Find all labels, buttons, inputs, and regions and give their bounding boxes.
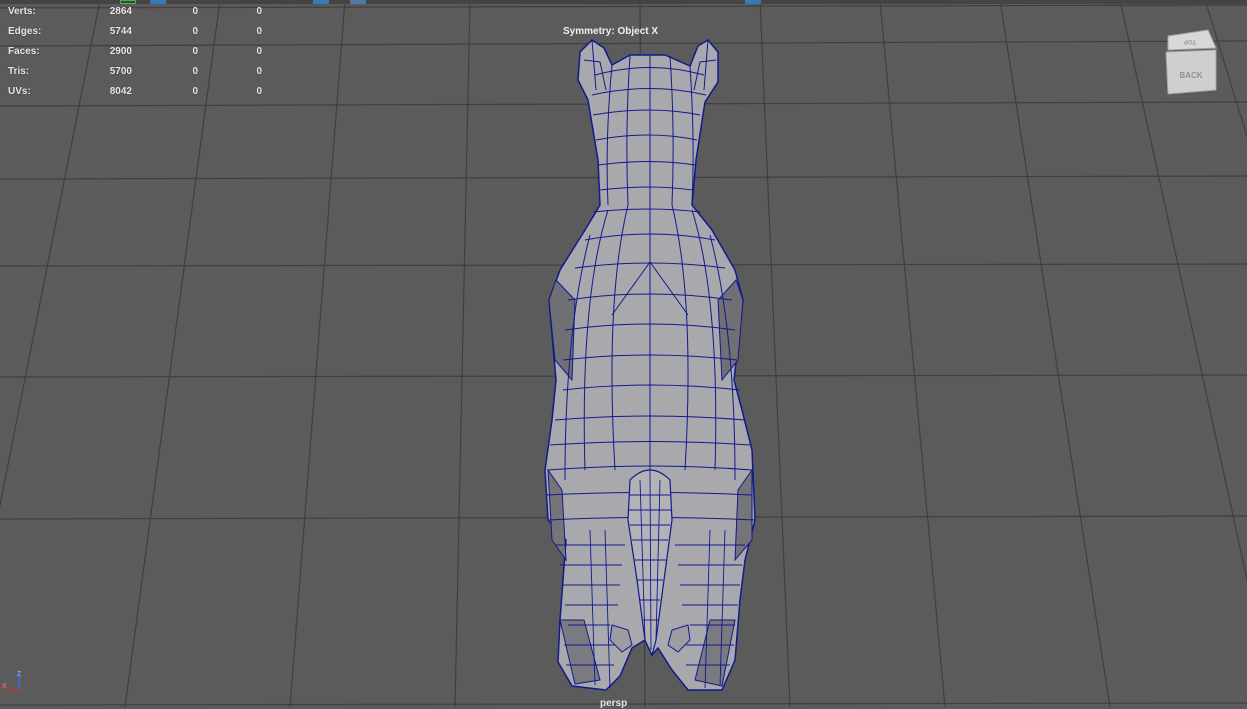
view-cube-front-label: BACK (1179, 71, 1202, 80)
toolbar-icon[interactable] (350, 0, 366, 4)
hud-row-verts: Verts: 2864 0 0 (8, 5, 268, 25)
hud-component: 0 (256, 6, 262, 17)
hud-label: Edges: (8, 26, 42, 37)
hud-selected: 0 (192, 6, 198, 17)
hud-total: 5744 (109, 26, 132, 37)
hud-component: 0 (256, 26, 262, 37)
hud-row-tris: Tris: 5700 0 0 (8, 65, 268, 85)
view-cube-icon[interactable]: TOP BACK (1160, 28, 1222, 98)
hud-component: 0 (256, 66, 262, 77)
toolbar-icon[interactable] (745, 0, 761, 4)
axis-gizmo-icon: Z X (2, 668, 28, 694)
axis-x-label: X (2, 683, 7, 690)
symmetry-status: Symmetry: Object X (563, 26, 659, 37)
hud-label: Verts: (8, 6, 36, 17)
hud-component: 0 (256, 46, 262, 57)
toolbar-icon[interactable] (313, 0, 329, 4)
hud-total: 2864 (109, 6, 132, 17)
view-cube-top-label: TOP (1184, 38, 1196, 44)
hud-total: 2900 (109, 46, 132, 57)
hud-label: Faces: (8, 46, 40, 57)
hud-selected: 0 (192, 46, 198, 57)
viewport-3d[interactable] (0, 0, 1247, 707)
axis-z-label: Z (17, 671, 22, 678)
hud-selected: 0 (192, 66, 198, 77)
hud-row-uvs: UVs: 8042 0 0 (8, 85, 268, 105)
hud-component: 0 (256, 86, 262, 97)
hud-selected: 0 (192, 86, 198, 97)
hud-label: Tris: (8, 66, 30, 77)
toolbar-icon[interactable] (120, 0, 136, 4)
hud-total: 5700 (109, 66, 132, 77)
viewport-canvas[interactable] (0, 0, 1247, 707)
toolbar-icon[interactable] (150, 0, 166, 4)
poly-count-hud: Verts: 2864 0 0 Edges: 5744 0 0 Faces: 2… (8, 5, 268, 105)
hud-selected: 0 (192, 26, 198, 37)
hud-row-faces: Faces: 2900 0 0 (8, 45, 268, 65)
shelf-icon-strip (0, 0, 1247, 4)
hud-total: 8042 (109, 86, 132, 97)
hud-row-edges: Edges: 5744 0 0 (8, 25, 268, 45)
camera-name-label: persp (600, 698, 628, 709)
hud-label: UVs: (8, 86, 31, 97)
